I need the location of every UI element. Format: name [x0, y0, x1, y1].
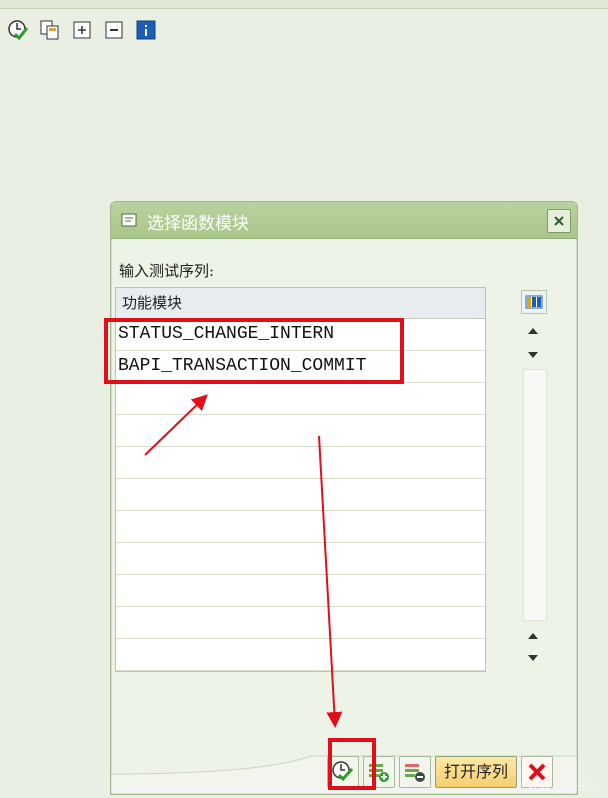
arrow-to-execute [318, 435, 343, 728]
annotation-arrows [144, 394, 343, 728]
watermark: CSDN @hymiv [518, 781, 598, 794]
arrow-to-rows [144, 394, 208, 456]
